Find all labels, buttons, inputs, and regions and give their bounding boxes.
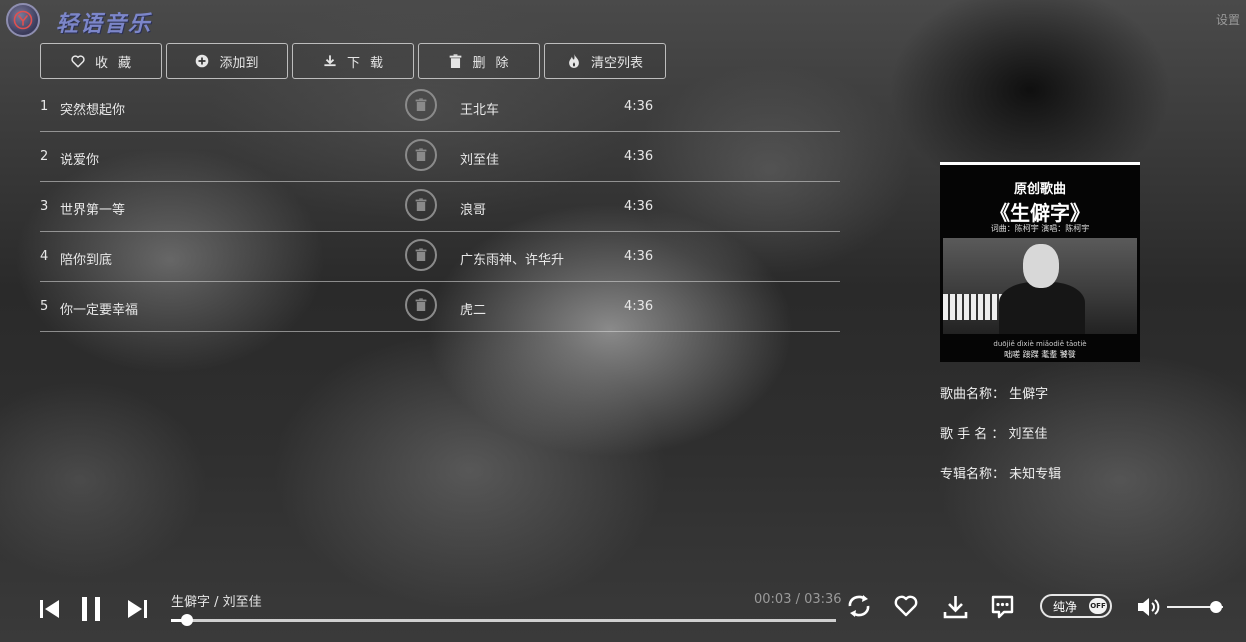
toolbar: 收藏 添加到 下载 删除 清空列表 xyxy=(40,43,666,79)
album-label: 专辑名称： xyxy=(940,467,1006,482)
trash-icon xyxy=(415,248,427,261)
download-button[interactable]: 下载 xyxy=(292,43,414,79)
song-index: 4 xyxy=(40,249,49,264)
progress-bar[interactable] xyxy=(171,614,836,626)
song-artist[interactable]: 王北车 xyxy=(460,99,499,118)
plus-circle-icon xyxy=(196,54,209,68)
now-playing: 生僻字 / 刘至佳 xyxy=(171,595,262,610)
song-row[interactable]: 5 你一定要幸福 虎二 4:36 xyxy=(40,282,840,332)
volume-handle[interactable] xyxy=(1210,601,1223,613)
heart-icon xyxy=(71,54,85,68)
cover-caption: 原创歌曲 xyxy=(1013,182,1066,197)
song-title-info: 歌曲名称： 生僻字 xyxy=(940,383,1048,402)
repeat-icon[interactable] xyxy=(845,593,873,619)
app-logo xyxy=(6,3,40,37)
volume-icon[interactable] xyxy=(1136,596,1162,618)
song-name[interactable]: 你一定要幸福 xyxy=(60,299,138,318)
cover-singer-face xyxy=(1023,244,1059,288)
logo-icon xyxy=(13,10,33,30)
album-info: 专辑名称： 未知专辑 xyxy=(940,463,1061,482)
album-value: 未知专辑 xyxy=(1009,467,1062,482)
row-delete-button[interactable] xyxy=(405,139,437,171)
singer-info: 歌 手 名 ： 刘至佳 xyxy=(940,423,1048,442)
row-delete-button[interactable] xyxy=(405,239,437,271)
settings-link[interactable]: 设置 xyxy=(1216,11,1240,28)
song-artist[interactable]: 刘至佳 xyxy=(460,149,499,168)
row-delete-button[interactable] xyxy=(405,89,437,121)
comment-icon[interactable] xyxy=(990,594,1015,620)
download-button-label: 下载 xyxy=(346,55,393,71)
cover-photo xyxy=(943,238,1137,334)
add-to-button-label: 添加到 xyxy=(219,55,259,71)
previous-track-button[interactable] xyxy=(39,598,61,620)
clear-list-button[interactable]: 清空列表 xyxy=(544,43,666,79)
song-name[interactable]: 突然想起你 xyxy=(60,99,125,118)
trash-icon xyxy=(450,53,462,68)
song-name[interactable]: 陪你到底 xyxy=(60,249,112,268)
like-heart-icon[interactable] xyxy=(894,595,918,617)
clear-list-button-label: 清空列表 xyxy=(590,55,643,71)
pure-mode-state: OFF xyxy=(1089,598,1107,614)
collect-button[interactable]: 收藏 xyxy=(40,43,162,79)
song-row[interactable]: 1 突然想起你 王北车 4:36 xyxy=(40,82,840,132)
collect-button-label: 收藏 xyxy=(94,55,141,71)
song-duration: 4:36 xyxy=(624,299,654,314)
song-index: 3 xyxy=(40,199,49,214)
pure-mode-toggle[interactable]: 纯净 OFF xyxy=(1040,594,1112,618)
song-duration: 4:36 xyxy=(624,249,654,264)
song-list: 1 突然想起你 王北车 4:36 2 说爱你 刘至佳 4:36 3 世界第一等 … xyxy=(40,82,840,332)
song-duration: 4:36 xyxy=(624,99,654,114)
song-name[interactable]: 世界第一等 xyxy=(60,199,125,218)
download-icon xyxy=(324,55,336,67)
song-artist[interactable]: 虎二 xyxy=(460,299,486,318)
volume-slider[interactable] xyxy=(1167,601,1223,613)
delete-button[interactable]: 删除 xyxy=(418,43,540,79)
song-index: 2 xyxy=(40,149,49,164)
app-brand: 轻语音乐 xyxy=(56,11,153,37)
delete-button-label: 删除 xyxy=(472,55,519,71)
song-row[interactable]: 4 陪你到底 广东雨神、许华升 4:36 xyxy=(40,232,840,282)
singer-label: 歌 手 名 ： xyxy=(940,427,1005,442)
song-duration: 4:36 xyxy=(624,199,654,214)
song-duration: 4:36 xyxy=(624,149,654,164)
song-index: 1 xyxy=(40,99,49,114)
album-cover: 原创歌曲 《生僻字》 词曲：陈柯宇 演唱：陈柯宇 duōjiě dìxiè mi… xyxy=(940,162,1140,362)
next-track-button[interactable] xyxy=(126,598,148,620)
pure-mode-label: 纯净 xyxy=(1053,599,1078,614)
song-index: 5 xyxy=(40,299,49,314)
song-artist[interactable]: 广东雨神、许华升 xyxy=(460,249,564,268)
row-delete-button[interactable] xyxy=(405,189,437,221)
song-title-label: 歌曲名称： xyxy=(940,387,1006,402)
cover-credits: 词曲：陈柯宇 演唱：陈柯宇 xyxy=(990,224,1090,233)
cover-title: 《生僻字》 xyxy=(990,201,1090,225)
trash-icon xyxy=(415,98,427,111)
trash-icon xyxy=(415,298,427,311)
pause-button[interactable] xyxy=(80,596,102,622)
cover-pinyin: duōjiě dìxiè miǎodiě tāotiè xyxy=(993,340,1087,348)
progress-handle[interactable] xyxy=(180,614,193,626)
row-delete-button[interactable] xyxy=(405,289,437,321)
cover-singer-body xyxy=(999,282,1085,334)
song-artist[interactable]: 浪哥 xyxy=(460,199,486,218)
trash-icon xyxy=(415,148,427,161)
song-title-value: 生僻字 xyxy=(1009,387,1049,402)
song-row[interactable]: 3 世界第一等 浪哥 4:36 xyxy=(40,182,840,232)
singer-value: 刘至佳 xyxy=(1008,427,1048,442)
cover-characters: 咄嗟 踥蹀 耄耋 饕餮 xyxy=(1004,350,1076,359)
trash-icon xyxy=(415,198,427,211)
song-row[interactable]: 2 说爱你 刘至佳 4:36 xyxy=(40,132,840,182)
download-song-icon[interactable] xyxy=(943,594,968,620)
playback-time: 00:03 / 03:36 xyxy=(754,592,842,607)
flame-icon xyxy=(569,54,579,68)
song-name[interactable]: 说爱你 xyxy=(60,149,99,168)
add-to-button[interactable]: 添加到 xyxy=(166,43,288,79)
